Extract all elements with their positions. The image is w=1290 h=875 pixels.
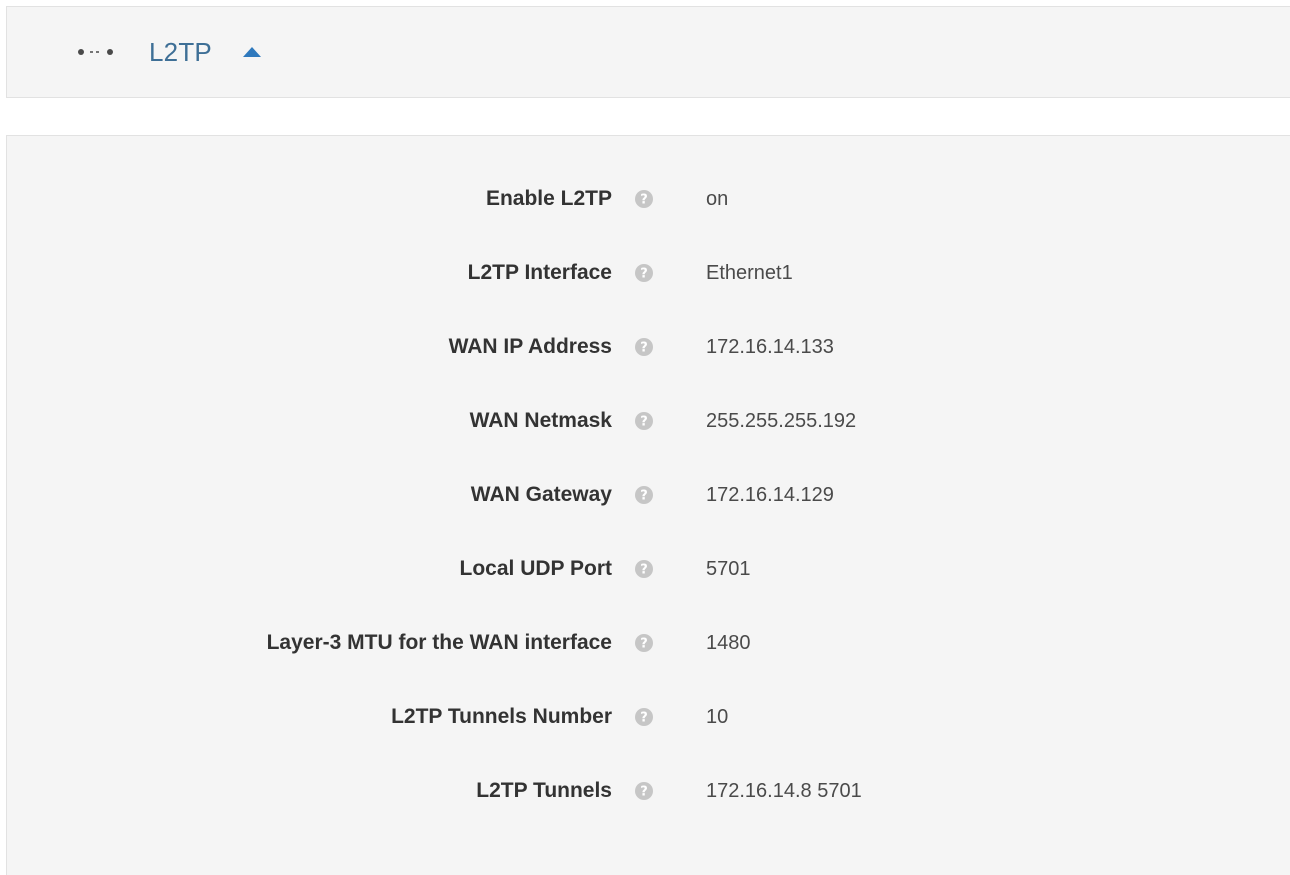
field-value: 172.16.14.8 5701 [706,779,862,802]
field-row: L2TP Interface ? Ethernet1 [7,253,1290,293]
svg-text:?: ? [640,785,648,800]
field-value: 5701 [706,557,751,580]
field-value: 255.255.255.192 [706,409,857,432]
svg-text:?: ? [640,341,648,356]
field-label: WAN IP Address [448,335,612,358]
field-row: Layer-3 MTU for the WAN interface ? 1480 [7,623,1290,663]
svg-text:?: ? [640,193,648,208]
svg-text:?: ? [640,563,648,578]
field-row: WAN Gateway ? 172.16.14.129 [7,475,1290,515]
svg-text:?: ? [640,711,648,726]
help-icon[interactable]: ? [634,559,654,579]
help-icon[interactable]: ? [634,263,654,283]
field-row: L2TP Tunnels Number ? 10 [7,697,1290,737]
svg-text:?: ? [640,489,648,504]
svg-text:?: ? [640,415,648,430]
help-icon[interactable]: ? [634,633,654,653]
field-label: L2TP Tunnels Number [391,705,612,728]
help-icon[interactable]: ? [634,411,654,431]
section-header: L2TP [6,6,1290,98]
field-row: L2TP Tunnels ? 172.16.14.8 5701 [7,771,1290,811]
help-icon[interactable]: ? [634,485,654,505]
field-row: Local UDP Port ? 5701 [7,549,1290,589]
field-value: 172.16.14.133 [706,335,834,358]
help-icon[interactable]: ? [634,781,654,801]
caret-up-icon[interactable] [242,46,262,58]
section-toggle[interactable]: L2TP [77,37,262,68]
field-label: L2TP Interface [467,261,612,284]
field-label: WAN Netmask [469,409,612,432]
field-label: Layer-3 MTU for the WAN interface [266,631,612,654]
svg-text:?: ? [640,637,648,652]
help-icon[interactable]: ? [634,707,654,727]
field-label: Enable L2TP [485,187,612,210]
field-row: WAN Netmask ? 255.255.255.192 [7,401,1290,441]
help-icon[interactable]: ? [634,189,654,209]
field-value: Ethernet1 [706,261,793,284]
field-row: Enable L2TP ? on [7,179,1290,219]
field-value: 10 [706,705,729,728]
help-icon[interactable]: ? [634,337,654,357]
field-value: 172.16.14.129 [706,483,834,506]
svg-text:?: ? [640,267,648,282]
field-label: WAN Gateway [470,483,612,506]
settings-panel: Enable L2TP ? on L2TP Interface ? Ethern… [6,135,1290,875]
connection-dots-icon [78,49,113,55]
field-row: WAN IP Address ? 172.16.14.133 [7,327,1290,367]
section-title: L2TP [149,36,212,67]
field-value: on [706,187,729,210]
field-value: 1480 [706,631,751,654]
field-label: Local UDP Port [459,557,612,580]
field-label: L2TP Tunnels [476,779,612,802]
